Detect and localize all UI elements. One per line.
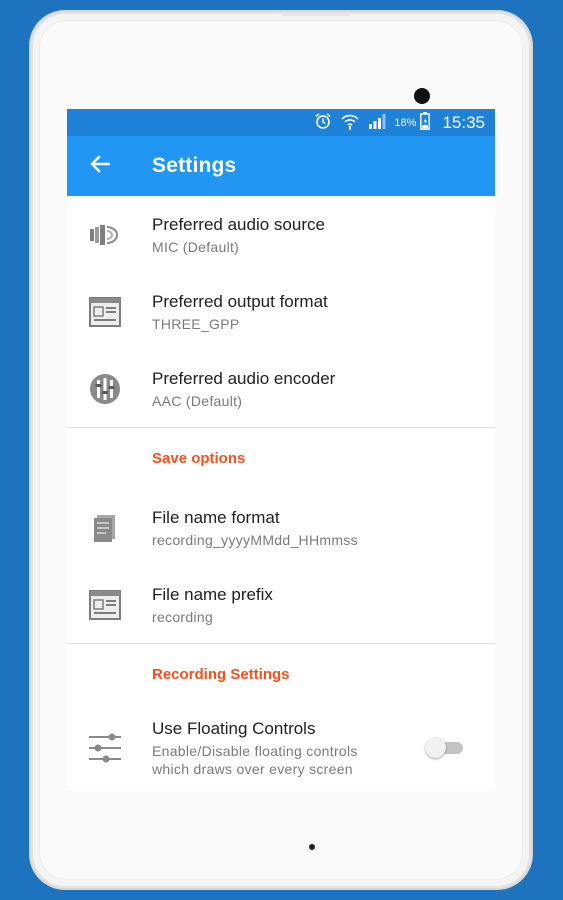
floating-controls-toggle[interactable]	[425, 737, 463, 758]
pref-summary: THREE_GPP	[152, 315, 240, 332]
signal-icon	[368, 113, 386, 133]
pref-audio-encoder[interactable]: Preferred audio encoder AAC (Default)	[67, 350, 495, 427]
pref-title: File name prefix	[152, 584, 273, 604]
pref-summary: recording	[152, 608, 214, 625]
file-icon	[87, 510, 123, 546]
home-sensor	[309, 844, 315, 850]
clock: 15:35	[442, 112, 485, 132]
format-icon	[87, 587, 123, 623]
alarm-icon	[314, 112, 332, 134]
format-icon	[87, 294, 123, 330]
pref-summary: AAC (Default)	[152, 392, 243, 409]
back-button[interactable]	[67, 136, 133, 196]
pref-summary-line-2: which draws over every screen	[152, 761, 353, 777]
app-bar: Settings	[67, 136, 495, 196]
pref-summary: MIC (Default)	[152, 238, 240, 255]
status-bar: 18% 15:35	[67, 109, 495, 136]
speaker-icon	[87, 217, 123, 253]
pref-summary-line-1: Enable/Disable floating controls	[152, 743, 358, 759]
pref-title: Use Floating Controls	[152, 719, 316, 738]
pref-file-name-prefix[interactable]: File name prefix recording	[67, 566, 495, 643]
category-recording-settings: Recording Settings	[152, 666, 290, 683]
pref-file-name-format[interactable]: File name format recording_yyyyMMdd_HHmm…	[67, 489, 495, 566]
front-camera	[414, 88, 430, 104]
speaker-grille	[281, 12, 351, 16]
battery-percentage: 18%	[394, 116, 417, 129]
pref-output-format[interactable]: Preferred output format THREE_GPP	[67, 273, 495, 350]
sliders-icon	[87, 730, 123, 766]
pref-summary: recording_yyyyMMdd_HHmmss	[152, 531, 358, 548]
encoder-icon	[87, 371, 123, 407]
arrow-left-icon	[90, 154, 111, 178]
app-screen: 18% 15:35 Settings Preferred audio sourc…	[67, 109, 495, 791]
pref-title: Preferred audio encoder	[152, 368, 336, 388]
pref-audio-source[interactable]: Preferred audio source MIC (Default)	[67, 196, 495, 273]
pref-title: Preferred audio source	[152, 214, 325, 234]
pref-floating-controls[interactable]: Use Floating Controls Enable/Disable flo…	[67, 705, 495, 791]
page-title: Settings	[152, 154, 237, 177]
pref-title: File name format	[152, 507, 280, 527]
battery-icon	[420, 111, 431, 134]
wifi-icon	[340, 112, 360, 134]
category-save-options: Save options	[152, 450, 246, 467]
toggle-thumb	[425, 737, 446, 758]
pref-title: Preferred output format	[152, 291, 328, 311]
